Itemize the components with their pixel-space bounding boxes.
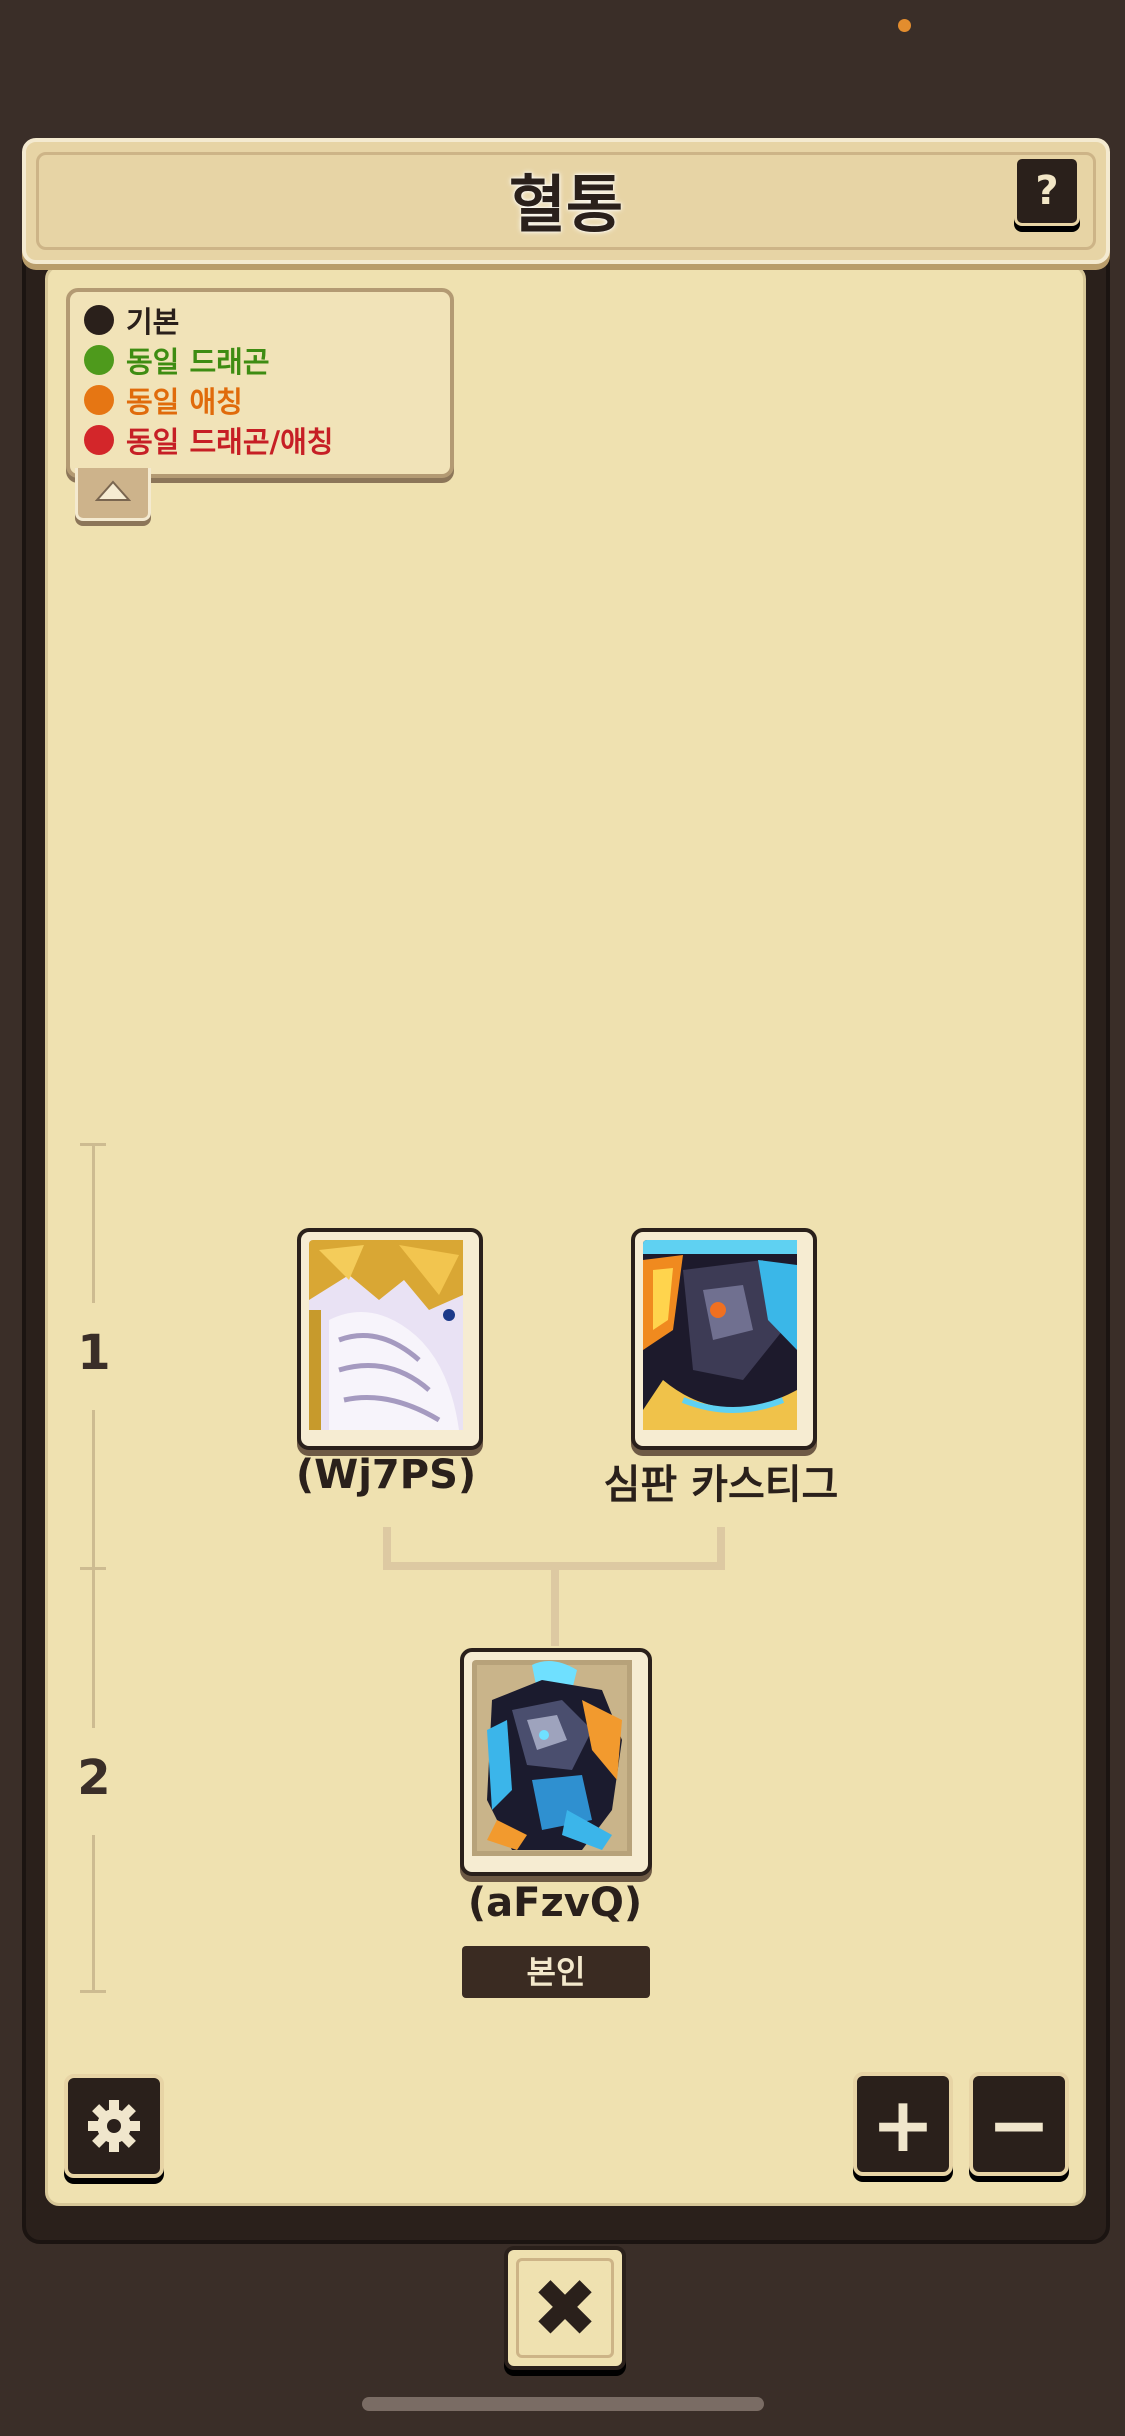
- armored-blue-dragon-portrait: [472, 1660, 640, 1864]
- legend-dot-green: [84, 345, 114, 375]
- legend-dot-orange: [84, 385, 114, 415]
- gear-icon: [68, 2078, 160, 2174]
- white-gold-dragon-portrait: [309, 1240, 471, 1438]
- close-button[interactable]: ✖: [504, 2246, 626, 2370]
- legend-collapse-button[interactable]: [75, 468, 151, 521]
- legend-item-basic: 기본: [84, 300, 179, 340]
- chevron-up-icon: [95, 480, 131, 501]
- dark-blue-dragon-portrait: [643, 1240, 805, 1438]
- help-button[interactable]: ?: [1014, 156, 1080, 226]
- legend-dot-black: [84, 305, 114, 335]
- ruler-line: [92, 1410, 95, 1568]
- close-icon: ✖: [531, 2261, 599, 2355]
- minus-icon: −: [987, 2079, 1051, 2169]
- self-badge: 본인: [462, 1946, 650, 1998]
- branch-stem: [551, 1566, 559, 1646]
- parent-card-1[interactable]: [297, 1228, 483, 1450]
- zoom-out-button[interactable]: −: [969, 2072, 1069, 2176]
- zoom-in-button[interactable]: +: [853, 2072, 953, 2176]
- legend-label: 동일 드래곤/애칭: [126, 425, 334, 459]
- ruler-line: [92, 1570, 95, 1728]
- legend-panel: 기본 동일 드래곤 동일 애칭 동일 드래곤/애칭: [66, 288, 454, 478]
- ruler-tick: [80, 1990, 106, 1993]
- self-name: (aFzvQ): [467, 1880, 643, 1926]
- legend-label: 동일 애칭: [126, 385, 243, 419]
- legend-dot-red: [84, 425, 114, 455]
- ruler-line: [92, 1145, 95, 1303]
- generation-number-1: 1: [77, 1325, 111, 1381]
- parent-name-2: 심판 카스티그: [603, 1462, 839, 1508]
- page-title: 혈통: [508, 168, 624, 241]
- self-card[interactable]: [460, 1648, 652, 1876]
- parent-card-2[interactable]: [631, 1228, 817, 1450]
- legend-item-same-dragon: 동일 드래곤: [84, 340, 270, 380]
- plus-icon: +: [871, 2079, 935, 2169]
- settings-button[interactable]: [64, 2074, 164, 2178]
- legend-label: 동일 드래곤: [126, 345, 270, 379]
- legend-label: 기본: [126, 305, 180, 339]
- home-indicator[interactable]: [362, 2397, 764, 2411]
- ruler-line: [92, 1835, 95, 1990]
- legend-item-same-both: 동일 드래곤/애칭: [84, 420, 333, 460]
- title-bar: 혈통: [22, 138, 1110, 264]
- generation-number-2: 2: [77, 1750, 111, 1806]
- parent-name-1: (Wj7PS): [295, 1452, 477, 1498]
- status-dot: [898, 19, 911, 32]
- legend-item-same-nickname: 동일 애칭: [84, 380, 243, 420]
